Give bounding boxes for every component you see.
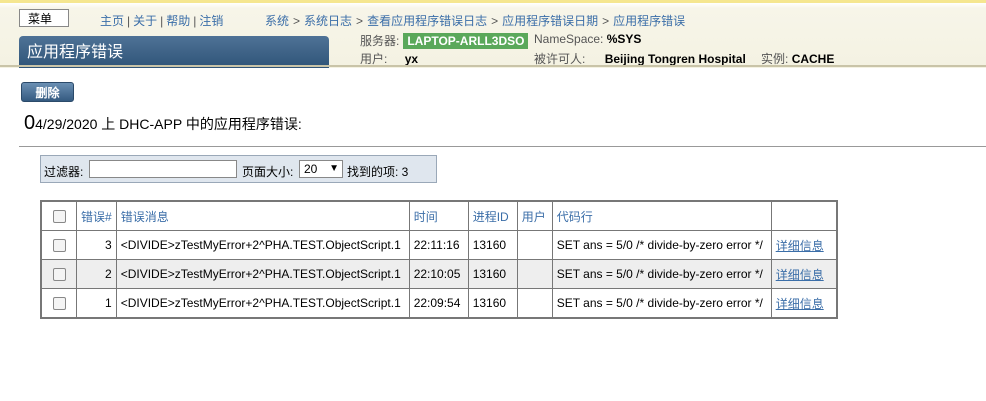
heading-first-char: 0 bbox=[24, 112, 36, 134]
header-bar: 菜单 主页 | 关于 | 帮助 | 注销 系统 > 系统日志 > 查看应用程序错误日志 > 应用程序错误… bbox=[0, 0, 986, 68]
row-checkbox-cell bbox=[40, 259, 77, 289]
table-row: 2 <DIVIDE>zTestMyError+2^PHA.TEST.Object… bbox=[40, 259, 838, 289]
breadcrumb-system[interactable]: 系统 bbox=[265, 14, 289, 28]
details-link[interactable]: 详细信息 bbox=[776, 297, 824, 311]
found-count: 找到的项: 3 bbox=[347, 165, 409, 179]
error-message: <DIVIDE>zTestMyError+2^PHA.TEST.ObjectSc… bbox=[115, 230, 410, 260]
select-all-header bbox=[40, 200, 77, 231]
heading-text: 4/29/2020 上 DHC-APP 中的应用程序错误: bbox=[35, 116, 302, 132]
help-link[interactable]: 帮助 bbox=[166, 14, 190, 28]
table-header-row: 错误# 错误消息 时间 进程ID 用户 代码行 bbox=[40, 200, 838, 231]
user-value: yx bbox=[404, 52, 419, 66]
home-link[interactable]: 主页 bbox=[100, 14, 124, 28]
details-cell: 详细信息 bbox=[770, 288, 838, 319]
error-user bbox=[516, 259, 553, 289]
page-size-label: 页面大小: bbox=[242, 165, 294, 179]
error-time: 22:09:54 bbox=[408, 288, 469, 319]
col-details bbox=[770, 200, 838, 231]
process-id: 13160 bbox=[467, 288, 518, 319]
process-id: 13160 bbox=[467, 230, 518, 260]
server-info: 服务器: LAPTOP-ARLL3DSO bbox=[360, 32, 529, 49]
logout-link[interactable]: 注销 bbox=[199, 14, 223, 28]
namespace-value: %SYS bbox=[606, 32, 642, 46]
breadcrumb-app-errors[interactable]: 应用程序错误 bbox=[613, 14, 685, 28]
col-error-message[interactable]: 错误消息 bbox=[115, 200, 410, 231]
row-checkbox[interactable] bbox=[52, 268, 66, 282]
row-checkbox-cell bbox=[40, 288, 77, 319]
namespace-label: NameSpace: bbox=[534, 32, 604, 46]
select-all-checkbox[interactable] bbox=[52, 210, 66, 224]
details-link[interactable]: 详细信息 bbox=[776, 268, 824, 282]
code-line: SET ans = 5/0 /* divide-by-zero error */ bbox=[551, 230, 772, 260]
error-message: <DIVIDE>zTestMyError+2^PHA.TEST.ObjectSc… bbox=[115, 288, 410, 319]
instance-label: 实例: bbox=[761, 52, 789, 66]
licensee-label: 被许可人: bbox=[534, 52, 586, 66]
error-num: 3 bbox=[76, 230, 117, 260]
error-time: 22:10:05 bbox=[408, 259, 469, 289]
error-table: 错误# 错误消息 时间 进程ID 用户 代码行 3 <DIVIDE>zTestM… bbox=[40, 200, 838, 319]
breadcrumb-app-error-dates[interactable]: 应用程序错误日期 bbox=[502, 14, 598, 28]
instance-value: CACHE bbox=[791, 52, 835, 66]
code-line: SET ans = 5/0 /* divide-by-zero error */ bbox=[551, 259, 772, 289]
details-cell: 详细信息 bbox=[770, 259, 838, 289]
details-link[interactable]: 详细信息 bbox=[776, 239, 824, 253]
error-message: <DIVIDE>zTestMyError+2^PHA.TEST.ObjectSc… bbox=[115, 259, 410, 289]
col-error-num[interactable]: 错误# bbox=[76, 200, 117, 231]
delete-button[interactable]: 删除 bbox=[21, 82, 74, 102]
details-cell: 详细信息 bbox=[770, 230, 838, 260]
page-heading: 04/29/2020 上 DHC-APP 中的应用程序错误: bbox=[24, 112, 302, 135]
namespace-info: NameSpace: %SYS bbox=[534, 32, 641, 46]
col-user[interactable]: 用户 bbox=[516, 200, 553, 231]
row-checkbox-cell bbox=[40, 230, 77, 260]
section-divider bbox=[19, 146, 986, 147]
menu-button[interactable]: 菜单 bbox=[19, 9, 69, 27]
col-code-line[interactable]: 代码行 bbox=[551, 200, 772, 231]
filter-label: 过滤器: bbox=[44, 165, 84, 179]
chevron-down-icon: ▼ bbox=[329, 163, 339, 174]
breadcrumb: 系统 > 系统日志 > 查看应用程序错误日志 > 应用程序错误日期 > 应用程序错误 bbox=[265, 14, 686, 28]
error-user bbox=[516, 230, 553, 260]
top-links: 主页 | 关于 | 帮助 | 注销 bbox=[100, 14, 224, 28]
col-time[interactable]: 时间 bbox=[408, 200, 469, 231]
process-id: 13160 bbox=[467, 259, 518, 289]
error-num: 1 bbox=[76, 288, 117, 319]
breadcrumb-view-app-error-log[interactable]: 查看应用程序错误日志 bbox=[367, 14, 487, 28]
user-label: 用户: bbox=[360, 52, 388, 66]
row-checkbox[interactable] bbox=[52, 297, 66, 311]
page-size-select[interactable]: 20 ▼ bbox=[299, 160, 343, 178]
table-row: 1 <DIVIDE>zTestMyError+2^PHA.TEST.Object… bbox=[40, 288, 838, 319]
server-badge: LAPTOP-ARLL3DSO bbox=[403, 33, 529, 49]
error-num: 2 bbox=[76, 259, 117, 289]
licensee-value: Beijing Tongren Hospital bbox=[604, 52, 746, 66]
error-time: 22:11:16 bbox=[408, 230, 469, 260]
row-checkbox[interactable] bbox=[52, 239, 66, 253]
col-process-id[interactable]: 进程ID bbox=[467, 200, 518, 231]
filter-input[interactable] bbox=[89, 160, 237, 178]
server-label: 服务器: bbox=[360, 34, 400, 48]
code-line: SET ans = 5/0 /* divide-by-zero error */ bbox=[551, 288, 772, 319]
header-divider bbox=[0, 65, 986, 67]
filter-bar: 过滤器: 页面大小: 20 ▼ 找到的项: 3 bbox=[40, 155, 437, 183]
table-row: 3 <DIVIDE>zTestMyError+2^PHA.TEST.Object… bbox=[40, 230, 838, 260]
about-link[interactable]: 关于 bbox=[133, 14, 157, 28]
breadcrumb-system-log[interactable]: 系统日志 bbox=[304, 14, 352, 28]
page-size-value: 20 bbox=[304, 162, 318, 176]
page-title: 应用程序错误 bbox=[19, 36, 329, 68]
error-user bbox=[516, 288, 553, 319]
